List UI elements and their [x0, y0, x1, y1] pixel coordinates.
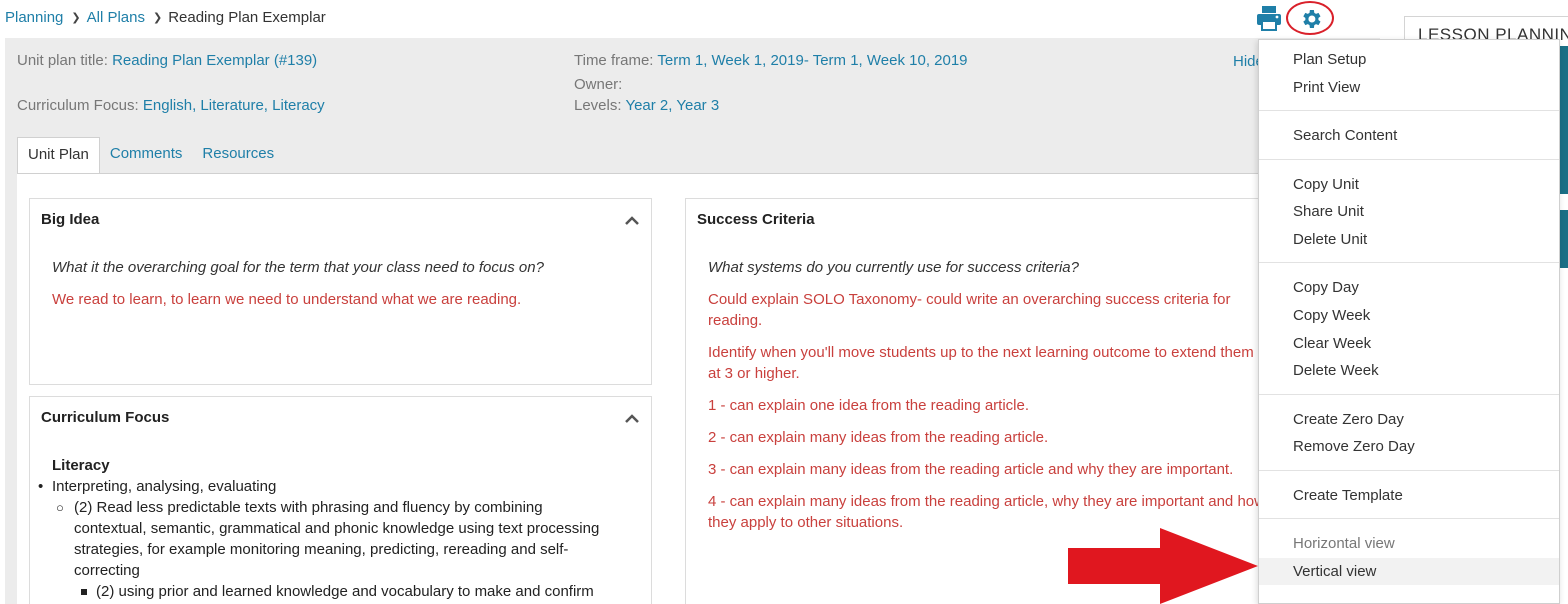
- big-idea-answer: We read to learn, to learn we need to un…: [52, 291, 522, 308]
- menu-item-delete-week[interactable]: Delete Week: [1293, 362, 1379, 379]
- menu-item-vertical-view[interactable]: Vertical view: [1293, 563, 1376, 580]
- success-criteria-title: Success Criteria: [697, 211, 815, 228]
- breadcrumb-planning-link[interactable]: Planning: [5, 9, 63, 26]
- list-item: (2) using prior and learned knowledge an…: [30, 581, 612, 602]
- unit-title-row: Unit plan title: Reading Plan Exemplar (…: [17, 52, 318, 69]
- menu-divider: [1259, 518, 1559, 519]
- menu-item-remove-zero-day[interactable]: Remove Zero Day: [1293, 438, 1415, 455]
- menu-divider: [1259, 394, 1559, 395]
- success-criteria-item: Identify when you'll move students up to…: [708, 344, 1254, 382]
- success-criteria-item: 2 - can explain many ideas from the read…: [708, 429, 1049, 446]
- menu-item-copy-day[interactable]: Copy Day: [1293, 279, 1359, 296]
- chevron-up-icon[interactable]: [625, 414, 639, 424]
- success-criteria-item: 4 - can explain many ideas from the read…: [708, 493, 1265, 531]
- big-idea-title: Big Idea: [41, 211, 100, 228]
- breadcrumb-current: Reading Plan Exemplar: [168, 8, 326, 26]
- unit-title-link[interactable]: Reading Plan Exemplar (#139): [112, 52, 317, 69]
- curriculum-subheading: Literacy: [52, 457, 110, 474]
- menu-item-copy-week[interactable]: Copy Week: [1293, 307, 1370, 324]
- gear-icon[interactable]: [1299, 7, 1323, 31]
- tab-unit-plan[interactable]: Unit Plan: [17, 137, 100, 174]
- owner-row: Owner:: [574, 76, 623, 93]
- menu-divider: [1259, 159, 1559, 160]
- tab-resources[interactable]: Resources: [192, 137, 284, 174]
- menu-item-create-template[interactable]: Create Template: [1293, 487, 1403, 504]
- success-criteria-item: 1 - can explain one idea from the readin…: [708, 397, 1030, 414]
- curriculum-focus-card: Curriculum Focus Literacy Interpreting, …: [29, 396, 652, 604]
- breadcrumb-all-plans-link[interactable]: All Plans: [87, 9, 145, 26]
- red-arrow-annotation: [1068, 528, 1258, 604]
- level-year-2: Year 2: [625, 97, 669, 114]
- print-icon[interactable]: [1256, 4, 1282, 32]
- menu-divider: [1259, 262, 1559, 263]
- timeframe-row: Time frame: Term 1, Week 1, 2019- Term 1…: [574, 52, 968, 69]
- timeframe-value: Term 1, Week 1, 2019- Term 1, Week 10, 2…: [657, 52, 968, 69]
- menu-divider: [1259, 470, 1559, 471]
- levels-row: Levels: Year 2, Year 3: [574, 97, 720, 114]
- chevron-up-icon[interactable]: [625, 216, 639, 226]
- plan-tabs: Unit Plan Comments Resources: [17, 137, 284, 174]
- menu-item-plan-setup[interactable]: Plan Setup: [1293, 51, 1366, 68]
- level-year-3: Year 3: [676, 97, 720, 114]
- menu-divider: [1259, 110, 1559, 111]
- menu-item-print-view[interactable]: Print View: [1293, 79, 1360, 96]
- curriculum-focus-row: Curriculum Focus: English, Literature, L…: [17, 97, 325, 114]
- success-criteria-item: Could explain SOLO Taxonomy- could write…: [708, 291, 1231, 329]
- breadcrumb: Planning ❯ All Plans ❯ Reading Plan Exem…: [5, 6, 326, 28]
- menu-item-delete-unit[interactable]: Delete Unit: [1293, 231, 1367, 248]
- curriculum-link-english[interactable]: English: [143, 97, 192, 114]
- big-idea-question: What it the overarching goal for the ter…: [52, 259, 544, 276]
- menu-item-search-content[interactable]: Search Content: [1293, 127, 1397, 144]
- gear-annotation-circle: [1286, 1, 1334, 35]
- success-criteria-answers: Could explain SOLO Taxonomy- could write…: [708, 289, 1268, 533]
- tab-comments[interactable]: Comments: [100, 137, 193, 174]
- list-item: Interpreting, analysing, evaluating: [30, 476, 612, 497]
- curriculum-link-literature[interactable]: Literature: [200, 97, 263, 114]
- panel-accent-strip: [1559, 210, 1568, 268]
- big-idea-card: Big Idea What it the overarching goal fo…: [29, 198, 652, 385]
- curriculum-focus-body: Literacy Interpreting, analysing, evalua…: [38, 455, 612, 602]
- chevron-right-icon: ❯: [71, 11, 81, 24]
- list-item: (2) Read less predictable texts with phr…: [30, 497, 612, 581]
- curriculum-link-literacy[interactable]: Literacy: [272, 97, 325, 114]
- settings-dropdown-menu: Plan Setup Print View Search Content Cop…: [1258, 39, 1560, 604]
- curriculum-focus-title: Curriculum Focus: [41, 409, 170, 426]
- menu-item-copy-unit[interactable]: Copy Unit: [1293, 176, 1359, 193]
- chevron-right-icon: ❯: [152, 11, 163, 24]
- success-criteria-question: What systems do you currently use for su…: [708, 259, 1079, 276]
- menu-item-create-zero-day[interactable]: Create Zero Day: [1293, 411, 1404, 428]
- menu-item-share-unit[interactable]: Share Unit: [1293, 203, 1364, 220]
- success-criteria-item: 3 - can explain many ideas from the read…: [708, 461, 1234, 478]
- menu-item-horizontal-view[interactable]: Horizontal view: [1293, 535, 1395, 552]
- panel-accent-strip: [1559, 46, 1568, 194]
- menu-item-clear-week[interactable]: Clear Week: [1293, 335, 1371, 352]
